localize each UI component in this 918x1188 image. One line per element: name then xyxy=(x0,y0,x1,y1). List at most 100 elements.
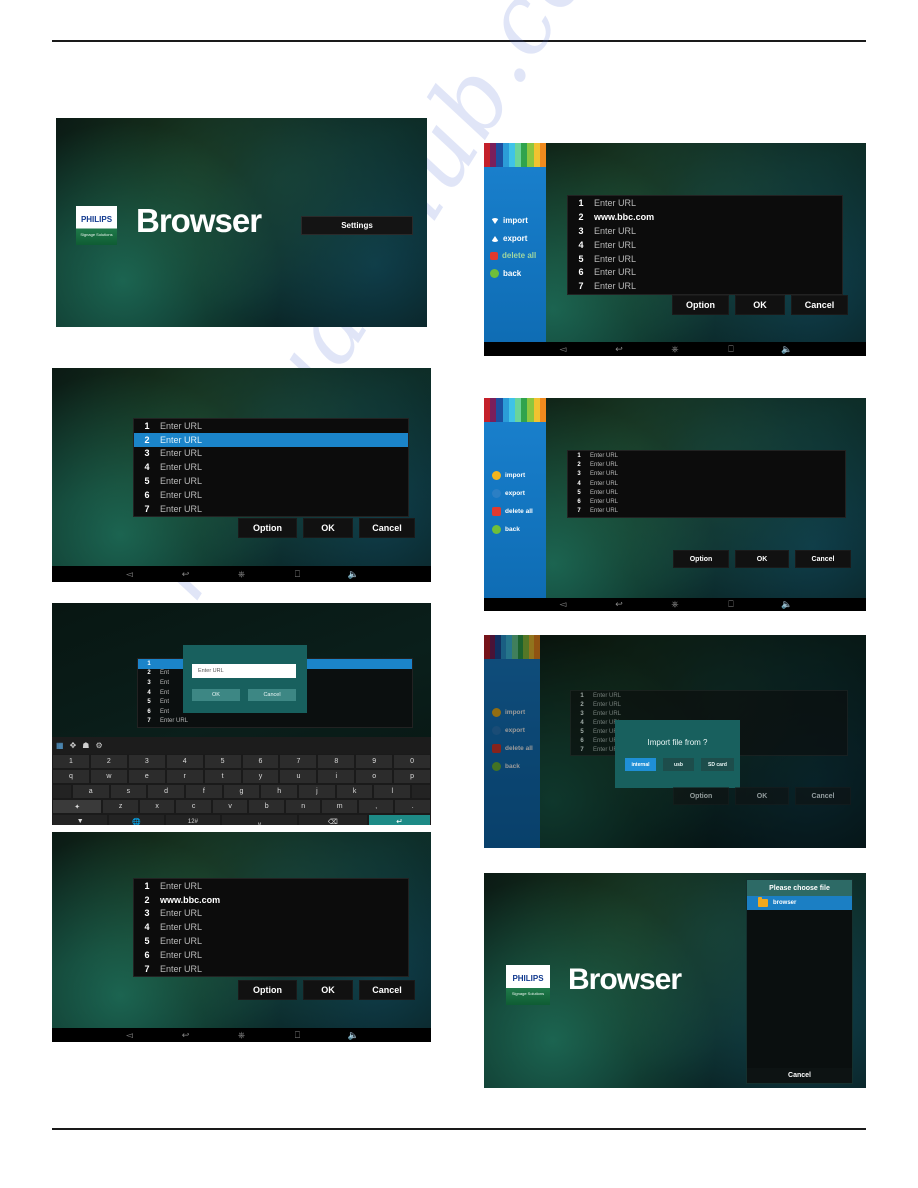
home-icon[interactable]: ☗ xyxy=(82,741,89,750)
ok-button[interactable]: OK xyxy=(303,980,353,1000)
home-icon[interactable]: ⎈ xyxy=(647,600,703,609)
url-list[interactable]: 1 Enter URL 2 www.bbc.com 3 Enter URL 4 … xyxy=(133,878,409,977)
key[interactable]: r xyxy=(165,769,204,784)
url-list[interactable]: 1 Enter URL 2 www.bbc.com 3 Enter URL 4 … xyxy=(567,195,843,295)
table-row[interactable]: 3 Enter URL xyxy=(568,224,842,238)
table-row[interactable]: 6 Enter URL xyxy=(134,948,408,962)
key[interactable]: v xyxy=(211,799,249,814)
volume-icon[interactable]: 🔈 xyxy=(759,600,815,609)
table-row[interactable]: 1 Enter URL xyxy=(568,196,842,210)
table-row[interactable]: 7 Enter URL xyxy=(568,279,842,293)
ok-button[interactable]: OK xyxy=(303,518,353,538)
backspace-icon[interactable]: ⌫ xyxy=(297,814,368,825)
key[interactable]: j xyxy=(298,784,336,799)
table-row[interactable]: 1 Enter URL xyxy=(134,419,408,433)
ok-button[interactable]: OK xyxy=(735,295,785,315)
sidebar-item-export[interactable]: export xyxy=(491,234,527,243)
apps-icon[interactable]: ⎕ xyxy=(703,344,759,354)
table-row[interactable]: 7 Enter URL xyxy=(568,507,845,516)
key[interactable]: 3 xyxy=(127,754,166,769)
recent-icon[interactable]: ↩ xyxy=(158,1030,214,1040)
home-icon[interactable]: ⎈ xyxy=(214,1030,270,1040)
table-row[interactable]: 5 Enter URL xyxy=(568,488,845,497)
key[interactable]: t xyxy=(203,769,242,784)
sidebar-item-back[interactable]: back xyxy=(492,762,520,771)
key[interactable]: x xyxy=(138,799,176,814)
ok-button[interactable]: OK xyxy=(735,787,789,805)
cancel-button[interactable]: Cancel xyxy=(795,787,851,805)
key[interactable]: m xyxy=(321,799,358,814)
option-button[interactable]: Option xyxy=(238,980,297,1000)
symbols-key[interactable]: 12# xyxy=(164,814,222,825)
sidebar-item-import[interactable]: import xyxy=(491,216,528,225)
enter-icon[interactable]: ↵ xyxy=(367,814,431,825)
table-row[interactable]: 5 Enter URL xyxy=(568,252,842,266)
apps-icon[interactable]: ⎕ xyxy=(270,569,326,579)
table-row[interactable]: 3 Enter URL xyxy=(134,907,408,921)
option-button[interactable]: Option xyxy=(238,518,297,538)
key[interactable]: . xyxy=(394,799,431,814)
key[interactable]: 4 xyxy=(165,754,204,769)
key[interactable]: , xyxy=(357,799,395,814)
key[interactable]: 8 xyxy=(317,754,356,769)
key[interactable]: k xyxy=(335,784,374,799)
sidebar-item-delete-all[interactable]: delete all xyxy=(492,744,533,753)
settings-button[interactable]: Settings xyxy=(301,216,413,235)
recent-icon[interactable]: ↩ xyxy=(158,569,214,579)
key[interactable]: c xyxy=(175,799,212,814)
volume-icon[interactable]: 🔈 xyxy=(759,344,815,354)
sidebar-item-back[interactable]: back xyxy=(492,525,520,534)
recent-icon[interactable]: ↩ xyxy=(591,600,647,609)
sidebar-item-import[interactable]: import xyxy=(492,471,525,480)
key[interactable]: o xyxy=(355,769,394,784)
key[interactable]: p xyxy=(393,769,431,784)
back-icon[interactable]: ◅ xyxy=(535,344,591,354)
key[interactable]: 9 xyxy=(355,754,394,769)
hide-keyboard-icon[interactable]: ▼ xyxy=(52,814,109,825)
ok-button[interactable]: OK xyxy=(735,550,789,568)
apps-icon[interactable]: ⎕ xyxy=(703,600,759,609)
key[interactable]: y xyxy=(241,769,280,784)
key[interactable]: d xyxy=(147,784,185,799)
apps-icon[interactable]: ⎕ xyxy=(270,1030,326,1040)
key[interactable]: q xyxy=(52,769,90,784)
key[interactable]: a xyxy=(71,784,110,799)
table-row[interactable]: 2 Enter URL xyxy=(134,432,408,447)
key[interactable]: s xyxy=(109,784,148,799)
key[interactable]: 6 xyxy=(241,754,280,769)
globe-icon[interactable]: 🌐 xyxy=(108,814,165,825)
option-button[interactable]: Option xyxy=(673,550,729,568)
key[interactable]: g xyxy=(222,784,261,799)
key[interactable]: h xyxy=(260,784,299,799)
key[interactable]: e xyxy=(127,769,166,784)
sidebar-item-import[interactable]: import xyxy=(492,708,525,717)
table-row[interactable]: 1 Enter URL xyxy=(568,451,845,460)
sidebar-item-back[interactable]: back xyxy=(490,269,521,278)
table-row[interactable]: 3 Enter URL xyxy=(134,447,408,461)
cancel-button[interactable]: Cancel xyxy=(795,550,851,568)
back-icon[interactable]: ◅ xyxy=(102,1030,158,1040)
option-button[interactable]: Option xyxy=(672,295,729,315)
table-row[interactable]: 1 Enter URL xyxy=(134,879,408,893)
url-list[interactable]: 1 Enter URL 2 Enter URL 3 Enter URL 4 En… xyxy=(567,450,846,518)
dialog-cancel-button[interactable]: Cancel xyxy=(248,689,296,701)
recent-icon[interactable]: ↩ xyxy=(591,344,647,354)
list-item[interactable]: browser xyxy=(747,896,852,910)
table-row[interactable]: 5 Enter URL xyxy=(134,934,408,948)
table-row[interactable]: 6 Enter URL xyxy=(568,265,842,279)
table-row[interactable]: 4 Enter URL xyxy=(134,460,408,474)
url-list[interactable]: 1 Enter URL 2 Enter URL 3 Enter URL 4 En… xyxy=(133,418,409,517)
table-row[interactable]: 4 Enter URL xyxy=(568,479,845,488)
option-button[interactable]: Option xyxy=(673,787,729,805)
key[interactable]: 5 xyxy=(203,754,242,769)
back-icon[interactable]: ◅ xyxy=(535,600,591,609)
key[interactable]: 1 xyxy=(52,754,90,769)
sidebar-item-delete-all[interactable]: delete all xyxy=(490,251,536,260)
table-row[interactable]: 7 Enter URL xyxy=(134,502,408,516)
home-icon[interactable]: ⎈ xyxy=(647,344,703,354)
cancel-button[interactable]: Cancel xyxy=(359,518,415,538)
key[interactable]: 2 xyxy=(89,754,128,769)
key[interactable]: i xyxy=(317,769,356,784)
cancel-button[interactable]: Cancel xyxy=(359,980,415,1000)
key[interactable]: 7 xyxy=(279,754,318,769)
